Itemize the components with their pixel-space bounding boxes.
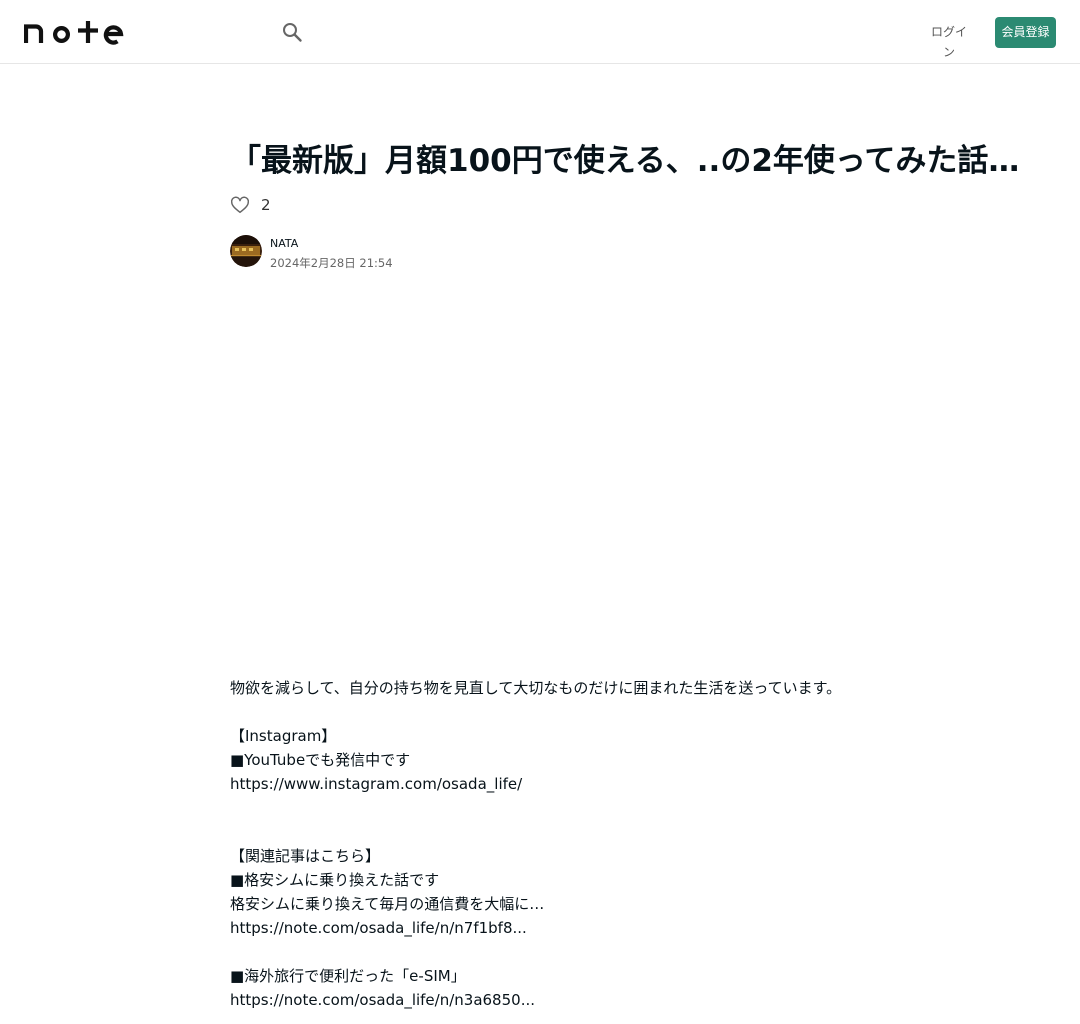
article-title: 「最新版」月額100円で使える、..の2年使ってみた話…: [230, 143, 1020, 179]
related-article-2-title: ■海外旅行で便利だった「e-SIM」: [230, 967, 466, 985]
like-count: 2: [261, 196, 271, 214]
avatar[interactable]: [230, 235, 262, 267]
article-body: 物欲を減らして、自分の持ち物を見直して大切なものだけに囲まれた生活を送っています…: [230, 676, 850, 1012]
heart-icon[interactable]: [229, 194, 251, 216]
login-link[interactable]: ログイン: [926, 22, 972, 59]
search-icon[interactable]: [280, 20, 304, 44]
like-section: 2: [229, 193, 271, 217]
note-logo[interactable]: [24, 19, 124, 45]
instagram-link[interactable]: https://www.instagram.com/osada_life/: [230, 775, 522, 793]
author-name[interactable]: NATA: [270, 237, 298, 250]
site-header: ログイン 会員登録: [0, 0, 1080, 64]
related-heading: 【関連記事はこちら】: [230, 847, 381, 865]
youtube-line: ■YouTubeでも発信中です: [230, 751, 411, 769]
related-article-2-link[interactable]: https://note.com/osada_life/n/n3a6850...: [230, 991, 535, 1009]
signup-button[interactable]: 会員登録: [995, 17, 1056, 48]
post-date: 2024年2月28日 21:54: [270, 256, 393, 270]
related-article-1-link[interactable]: https://note.com/osada_life/n/n7f1bf8...: [230, 919, 527, 937]
related-article-1-desc: 格安シムに乗り換えて毎月の通信費を大幅に…: [230, 895, 545, 913]
related-article-1-title: ■格安シムに乗り換えた話です: [230, 871, 440, 889]
instagram-heading: 【Instagram】: [230, 727, 337, 745]
intro-text: 物欲を減らして、自分の持ち物を見直して大切なものだけに囲まれた生活を送っています…: [230, 679, 842, 697]
